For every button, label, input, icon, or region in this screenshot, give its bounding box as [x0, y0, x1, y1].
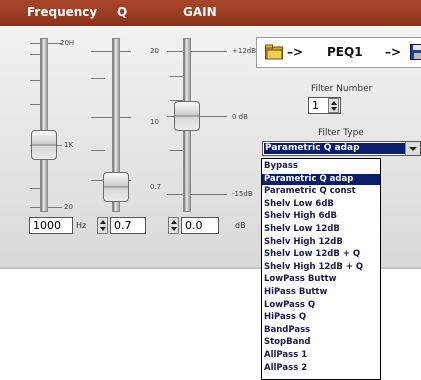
dropdown-option[interactable]: StopBand	[262, 337, 380, 348]
filter-number-field[interactable]: 1	[308, 97, 341, 114]
dropdown-option[interactable]: Shelv Low 12dB + Q	[262, 249, 380, 260]
spin-up-icon[interactable]	[171, 220, 177, 224]
filter-type-label: Filter Type	[318, 128, 364, 138]
tab-frequency[interactable]: Frequency	[27, 5, 97, 19]
dropdown-option[interactable]: HiPass Buttw	[262, 287, 380, 298]
frequency-value-field[interactable]: 1000	[29, 217, 73, 234]
q-tick	[91, 150, 105, 151]
freq-scale-mid: 1K	[64, 141, 73, 149]
frequency-knob[interactable]	[31, 130, 57, 160]
q-tick	[91, 117, 131, 118]
frequency-track[interactable]	[40, 38, 48, 212]
q-knob[interactable]	[103, 172, 129, 202]
gain-value-field[interactable]: 0.0	[181, 217, 219, 234]
freq-scale-bottom: 20	[64, 203, 73, 211]
gain-tick	[167, 51, 227, 52]
gain-scale-top: +12dB	[232, 47, 256, 55]
q-scale-mid: 10	[150, 118, 159, 126]
q-tick	[91, 51, 131, 52]
dropdown-option[interactable]: LowPass Q	[262, 300, 380, 311]
spin-down-icon[interactable]	[331, 107, 337, 111]
q-value-field[interactable]: 0.7	[110, 217, 146, 234]
arrow-label: –>	[287, 45, 303, 59]
dropdown-option[interactable]: BandPass	[262, 325, 380, 336]
dropdown-option[interactable]: AllPass 2	[262, 363, 380, 374]
dropdown-option[interactable]: Bypass	[262, 161, 380, 172]
dropdown-option[interactable]: Parametric Q const	[262, 186, 380, 197]
spin-up-icon[interactable]	[100, 220, 106, 224]
dropdown-option[interactable]: Shelv High 6dB	[262, 211, 380, 222]
freq-scale-top: 20H	[60, 39, 74, 47]
filter-number-value: 1	[312, 99, 319, 112]
preset-name: PEQ1	[327, 45, 363, 59]
spin-up-icon[interactable]	[331, 101, 337, 105]
filter-number-label: Filter Number	[311, 84, 372, 94]
filter-number-spinner[interactable]	[328, 98, 339, 113]
q-spinner[interactable]	[97, 217, 108, 234]
gain-knob[interactable]	[174, 101, 200, 131]
dropdown-option[interactable]: AllPass 1	[262, 350, 380, 361]
save-icon[interactable]	[410, 44, 421, 60]
gain-scale-bottom: -15dB	[232, 190, 253, 198]
gain-tick	[170, 76, 184, 77]
filter-type-selected: Parametric Q adap	[264, 143, 405, 154]
dropdown-option[interactable]: LowPass Buttw	[262, 274, 380, 285]
dropdown-option[interactable]: Shelv High 12dB	[262, 237, 380, 248]
tab-gain[interactable]: GAIN	[183, 5, 217, 19]
gain-scale-mid: 0 dB	[232, 113, 248, 121]
spin-down-icon[interactable]	[171, 227, 177, 231]
dropdown-option[interactable]: HiPass Q	[262, 312, 380, 323]
folder-icon[interactable]	[265, 44, 283, 60]
gain-spinner[interactable]	[168, 217, 179, 234]
chevron-down-icon[interactable]	[405, 142, 420, 155]
q-scale-top: 20	[150, 47, 159, 55]
tab-q[interactable]: Q	[117, 5, 127, 19]
filter-type-dropdown[interactable]: Bypass Parametric Q adapParametric Q cons…	[261, 158, 381, 380]
spin-down-icon[interactable]	[100, 227, 106, 231]
dropdown-option[interactable]: Shelv Low 6dB	[262, 199, 380, 210]
dropdown-option[interactable]: Shelv High 12dB + Q	[262, 262, 380, 273]
peq-toolbar: –> PEQ1 –>	[256, 37, 421, 68]
gain-unit: dB	[235, 221, 246, 230]
dropdown-option[interactable]: Parametric Q adap	[262, 174, 380, 185]
q-scale-bottom: 0.7	[150, 183, 161, 191]
arrow-label: –>	[385, 45, 401, 59]
q-tick	[91, 78, 105, 79]
gain-tick	[167, 194, 227, 195]
header-tab-bar: Frequency Q GAIN	[0, 0, 421, 26]
filter-type-select[interactable]: Parametric Q adap	[262, 141, 421, 156]
gain-tick	[170, 150, 184, 151]
dropdown-option[interactable]: Shelv Low 12dB	[262, 224, 380, 235]
frequency-unit: Hz	[76, 221, 86, 230]
